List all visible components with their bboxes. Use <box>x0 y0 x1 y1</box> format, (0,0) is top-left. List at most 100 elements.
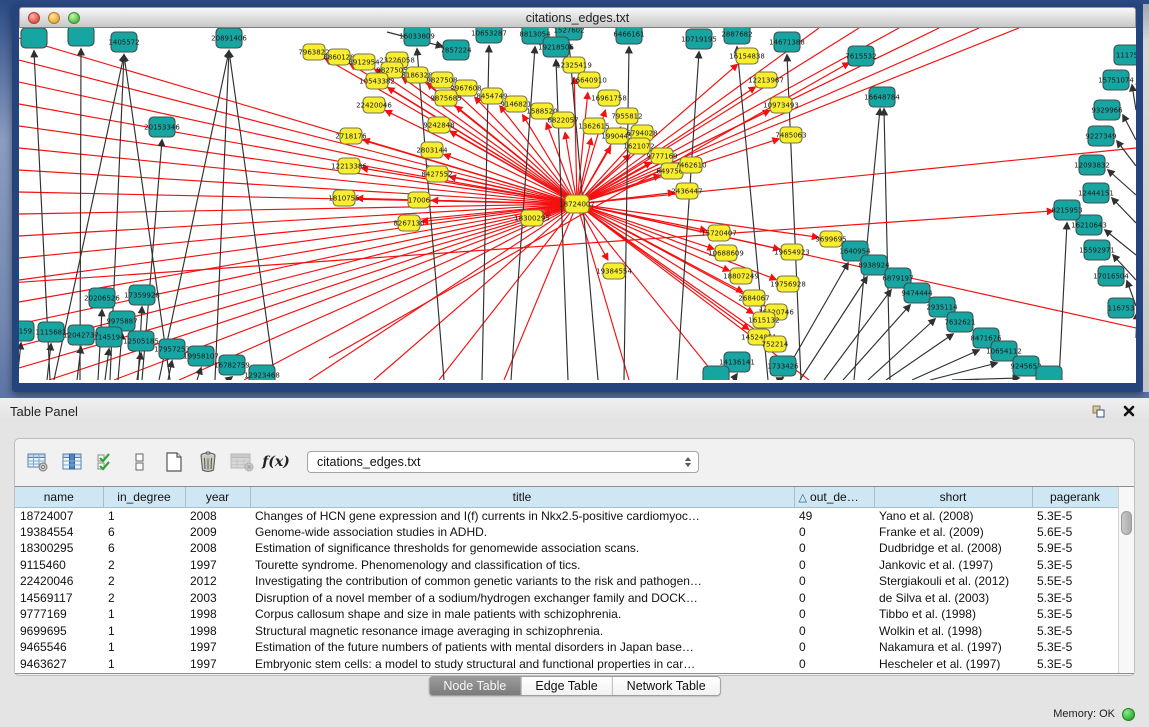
close-window-button[interactable] <box>28 12 40 24</box>
network-node[interactable]: 12213967 <box>748 72 784 88</box>
network-node[interactable]: 2718176 <box>335 128 367 144</box>
network-node[interactable]: 17006 <box>408 192 431 208</box>
network-node[interactable]: 1810755 <box>328 190 359 206</box>
column-header-pagerank[interactable]: pagerank <box>1032 487 1118 507</box>
column-header-in_degree[interactable]: in_degree <box>103 487 185 507</box>
network-node[interactable]: 8215953 <box>1051 200 1082 220</box>
tab-node-table[interactable]: Node Table <box>429 677 520 695</box>
network-node[interactable]: 16154838 <box>729 48 765 64</box>
network-node[interactable]: 7462610 <box>675 157 706 173</box>
network-node[interactable]: 19218506 <box>538 37 574 57</box>
column-header-short[interactable]: short <box>874 487 1032 507</box>
show-columns-button[interactable] <box>57 448 87 476</box>
network-node[interactable]: 2887682 <box>721 28 752 44</box>
table-mode-button[interactable] <box>23 448 53 476</box>
network-node[interactable]: 7632621 <box>944 312 975 332</box>
network-node[interactable]: 16033809 <box>399 28 435 46</box>
network-node[interactable]: 15751074 <box>1098 70 1134 90</box>
network-node[interactable]: 14671388 <box>769 32 805 52</box>
table-row[interactable]: 969969511998Structural magnetic resonanc… <box>15 623 1118 640</box>
tab-edge-table[interactable]: Edge Table <box>520 677 611 695</box>
table-row[interactable]: 1830029562008Estimation of significance … <box>15 540 1118 557</box>
network-node[interactable]: 17016504 <box>1093 266 1129 286</box>
network-node[interactable]: 12042737 <box>63 325 99 345</box>
table-row[interactable]: 1456911722003Disruption of a novel membe… <box>15 590 1118 607</box>
network-node[interactable]: 19756928 <box>770 276 806 292</box>
network-node[interactable]: 9474444 <box>901 283 933 303</box>
table-row[interactable]: 2242004622012Investigating the contribut… <box>15 573 1118 590</box>
network-node[interactable]: 1615132 <box>748 312 779 328</box>
zoom-window-button[interactable] <box>68 12 80 24</box>
network-node[interactable]: 1115682 <box>35 322 66 342</box>
network-node[interactable]: 12923468 <box>244 365 280 380</box>
network-node[interactable]: 2436447 <box>671 183 702 199</box>
network-node[interactable]: 20153346 <box>144 117 180 137</box>
network-node[interactable]: 39159 <box>19 321 34 341</box>
network-node[interactable]: 20206526 <box>84 288 120 308</box>
network-node[interactable]: 8912954 <box>348 54 380 70</box>
network-node[interactable]: 10688609 <box>708 245 744 261</box>
table-row[interactable]: 946362711997Embryonic stem cells: a mode… <box>15 656 1118 673</box>
network-node[interactable]: 10719195 <box>681 29 717 49</box>
table-row[interactable]: 977716911998Corpus callosum shape and si… <box>15 606 1118 623</box>
network-node[interactable]: 6822057 <box>547 112 578 128</box>
network-node[interactable]: 1733426 <box>767 356 799 376</box>
column-header-title[interactable]: title <box>250 487 794 507</box>
network-node[interactable]: 11175 <box>1114 45 1136 65</box>
network-node[interactable]: 9777169 <box>646 148 677 164</box>
network-node[interactable] <box>703 366 729 380</box>
network-node[interactable]: 2803144 <box>416 142 448 158</box>
network-node[interactable]: 9875685 <box>430 90 461 106</box>
column-header-year[interactable]: year <box>185 487 250 507</box>
column-header-out_de[interactable]: △ out_de… <box>794 487 874 507</box>
create-column-button[interactable] <box>159 448 189 476</box>
table-row[interactable]: 946554611997Estimation of the future num… <box>15 639 1118 656</box>
network-node[interactable]: 8427552 <box>421 166 452 182</box>
network-canvas[interactable]: 7963822886012889129542322605898275051054… <box>19 28 1136 383</box>
network-node[interactable]: 6466161 <box>613 28 644 44</box>
minimize-window-button[interactable] <box>48 12 60 24</box>
network-node[interactable] <box>21 28 47 48</box>
scrollbar-thumb[interactable] <box>1121 511 1132 535</box>
network-node[interactable]: 20891406 <box>211 28 247 48</box>
network-node[interactable]: 752214 <box>762 336 789 352</box>
window-titlebar[interactable]: citations_edges.txt <box>19 7 1136 28</box>
network-node[interactable]: 8267130 <box>393 215 424 231</box>
delete-column-button[interactable] <box>193 448 223 476</box>
network-node[interactable]: 15592971 <box>1079 240 1115 260</box>
row-height-button[interactable] <box>125 448 155 476</box>
network-node[interactable]: 22420046 <box>356 97 392 113</box>
network-node[interactable]: 1405572 <box>108 32 139 52</box>
network-node[interactable]: 7857224 <box>440 40 472 60</box>
close-panel-icon[interactable] <box>1121 404 1137 418</box>
network-node[interactable]: 16648784 <box>864 87 900 107</box>
table-selector-dropdown[interactable]: citations_edges.txt <box>307 451 699 473</box>
network-node[interactable]: 16961758 <box>591 90 627 106</box>
network-node[interactable]: 7955812 <box>611 108 642 124</box>
network-node[interactable]: 2684067 <box>738 290 769 306</box>
table-row[interactable]: 1938455462009Genome-wide association stu… <box>15 524 1118 541</box>
network-node[interactable]: 9227349 <box>1085 126 1116 146</box>
network-node[interactable]: 19654923 <box>774 244 810 260</box>
tab-network-table[interactable]: Network Table <box>612 677 720 695</box>
table-row[interactable]: 911546021997Tourette syndrome. Phenomeno… <box>15 557 1118 574</box>
network-view[interactable]: 7963822886012889129542322605898275051054… <box>19 28 1136 380</box>
network-node[interactable]: 17359928 <box>124 285 160 305</box>
network-node[interactable]: 16640910 <box>571 72 607 88</box>
float-panel-icon[interactable] <box>1091 404 1107 418</box>
apply-selected-button[interactable] <box>91 448 121 476</box>
network-node[interactable]: 12325419 <box>556 57 592 73</box>
network-node[interactable]: 9329966 <box>1091 100 1123 120</box>
function-builder-button[interactable]: f(x) <box>261 448 291 476</box>
network-node[interactable]: 7485063 <box>775 127 806 143</box>
network-node[interactable] <box>1036 366 1062 380</box>
table-scrollbar[interactable] <box>1118 487 1134 673</box>
network-node[interactable]: 7615532 <box>845 46 876 66</box>
network-node[interactable]: 12093832 <box>1074 155 1110 175</box>
table-row[interactable]: 1872400712008Changes of HCN gene express… <box>15 507 1118 524</box>
network-node[interactable]: 10653287 <box>471 28 507 43</box>
network-node[interactable] <box>68 28 94 46</box>
column-header-name[interactable]: name <box>15 487 103 507</box>
network-node[interactable]: 12444151 <box>1078 183 1114 203</box>
network-node[interactable]: 116753 <box>1108 298 1135 318</box>
